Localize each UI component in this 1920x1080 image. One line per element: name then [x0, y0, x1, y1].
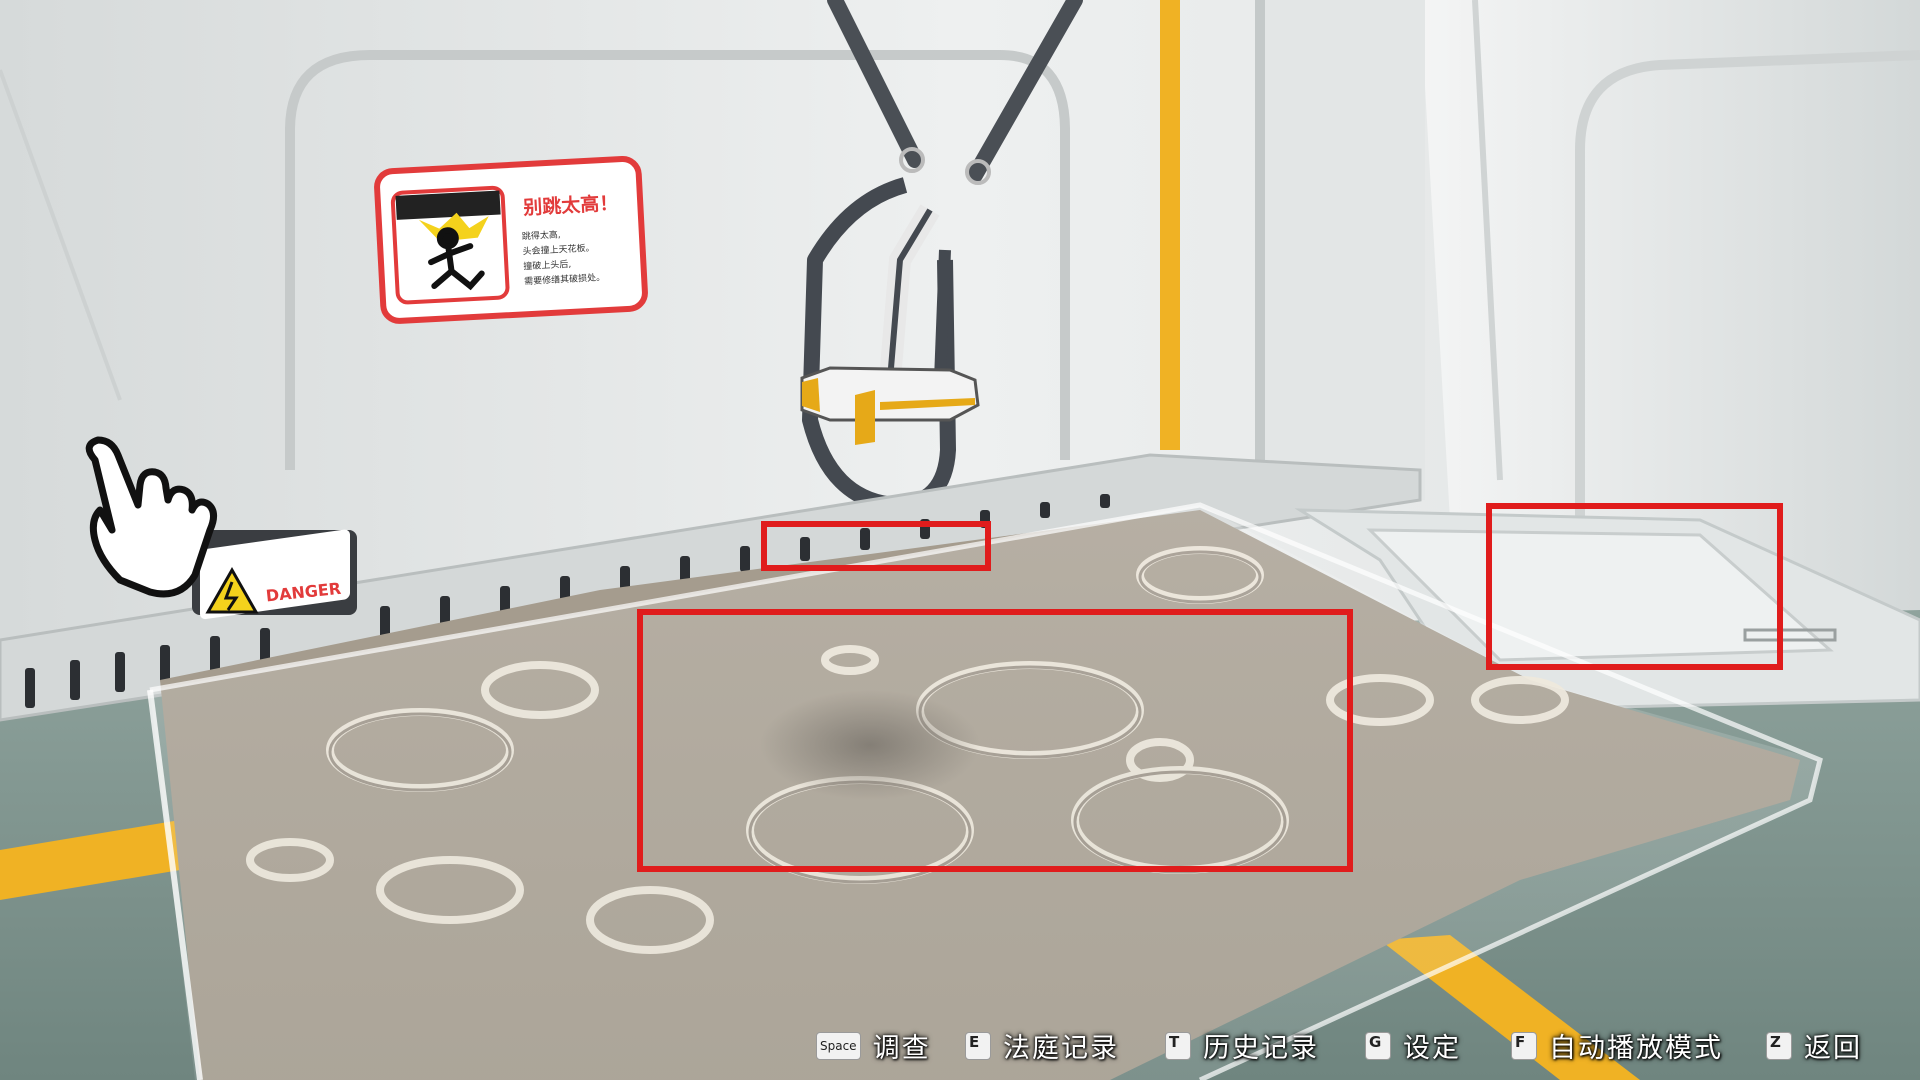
- hint-back-label: 返回: [1804, 1033, 1862, 1064]
- hotspot-moon-surface-shadow[interactable]: [637, 609, 1353, 872]
- control-hint-bar: Space 调查 E 法庭记录 T 历史记录 G 设定 F 自动播放模式 Z 返…: [0, 1010, 1920, 1080]
- hint-settings[interactable]: G 设定: [1365, 1026, 1461, 1065]
- hint-investigate[interactable]: Space 调查: [816, 1026, 931, 1065]
- key-f: F: [1511, 1031, 1537, 1060]
- hint-settings-label: 设定: [1403, 1033, 1461, 1064]
- warning-sign: 别跳太高！ 跳得太高, 头会撞上天花板。 撞破上头后, 需要修缮其破损处。: [374, 156, 648, 324]
- key-g: G: [1365, 1031, 1391, 1060]
- hint-court-record[interactable]: E 法庭记录: [965, 1026, 1119, 1065]
- hint-court-record-label: 法庭记录: [1003, 1033, 1119, 1064]
- hint-back[interactable]: Z 返回: [1766, 1026, 1862, 1065]
- key-t: T: [1165, 1031, 1191, 1060]
- danger-box: DANGER: [192, 529, 357, 620]
- hint-auto-play[interactable]: F 自动播放模式: [1511, 1026, 1723, 1065]
- key-space: Space: [816, 1031, 861, 1060]
- key-z: Z: [1766, 1031, 1792, 1060]
- key-e: E: [965, 1031, 991, 1060]
- hint-history[interactable]: T 历史记录: [1165, 1026, 1319, 1065]
- hint-history-label: 历史记录: [1203, 1033, 1319, 1064]
- hotspot-floor-panel[interactable]: [1486, 503, 1783, 670]
- hotspot-vent-grate[interactable]: [761, 521, 991, 571]
- hint-investigate-label: 调查: [872, 1033, 931, 1064]
- hint-auto-play-label: 自动播放模式: [1549, 1033, 1723, 1064]
